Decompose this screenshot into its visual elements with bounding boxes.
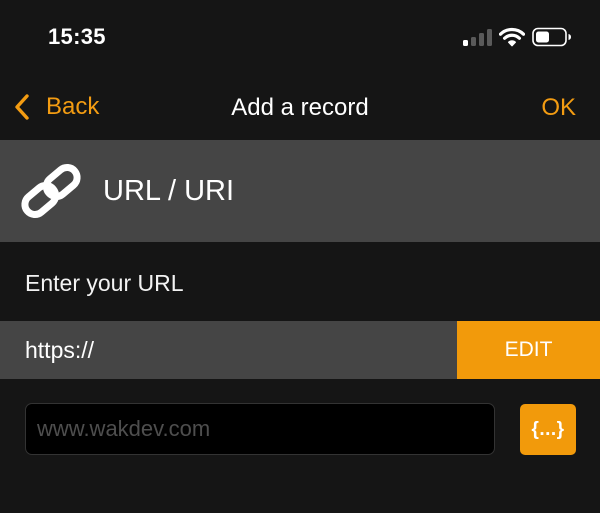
status-time: 15:35 <box>48 24 106 49</box>
url-input[interactable] <box>25 403 495 455</box>
cellular-signal-icon <box>463 28 493 46</box>
record-type-header: URL / URI <box>0 140 600 242</box>
insert-variable-button[interactable]: {...} <box>520 404 576 455</box>
edit-scheme-button[interactable]: EDIT <box>457 321 600 379</box>
link-icon <box>21 164 81 218</box>
url-scheme-value: https:// <box>25 337 95 363</box>
record-type-label: URL / URI <box>103 175 235 207</box>
chevron-left-icon <box>15 94 29 120</box>
url-scheme-row: https:// EDIT <box>0 321 600 379</box>
battery-icon <box>532 27 571 47</box>
url-prompt-label: Enter your URL <box>25 270 184 296</box>
back-label: Back <box>46 93 100 120</box>
navigation-bar: Back Add a record OK <box>0 80 600 140</box>
status-bar: 15:35 <box>0 0 600 80</box>
ok-button[interactable]: OK <box>541 94 576 122</box>
back-button[interactable]: Back <box>12 92 99 122</box>
wifi-icon <box>499 27 525 47</box>
